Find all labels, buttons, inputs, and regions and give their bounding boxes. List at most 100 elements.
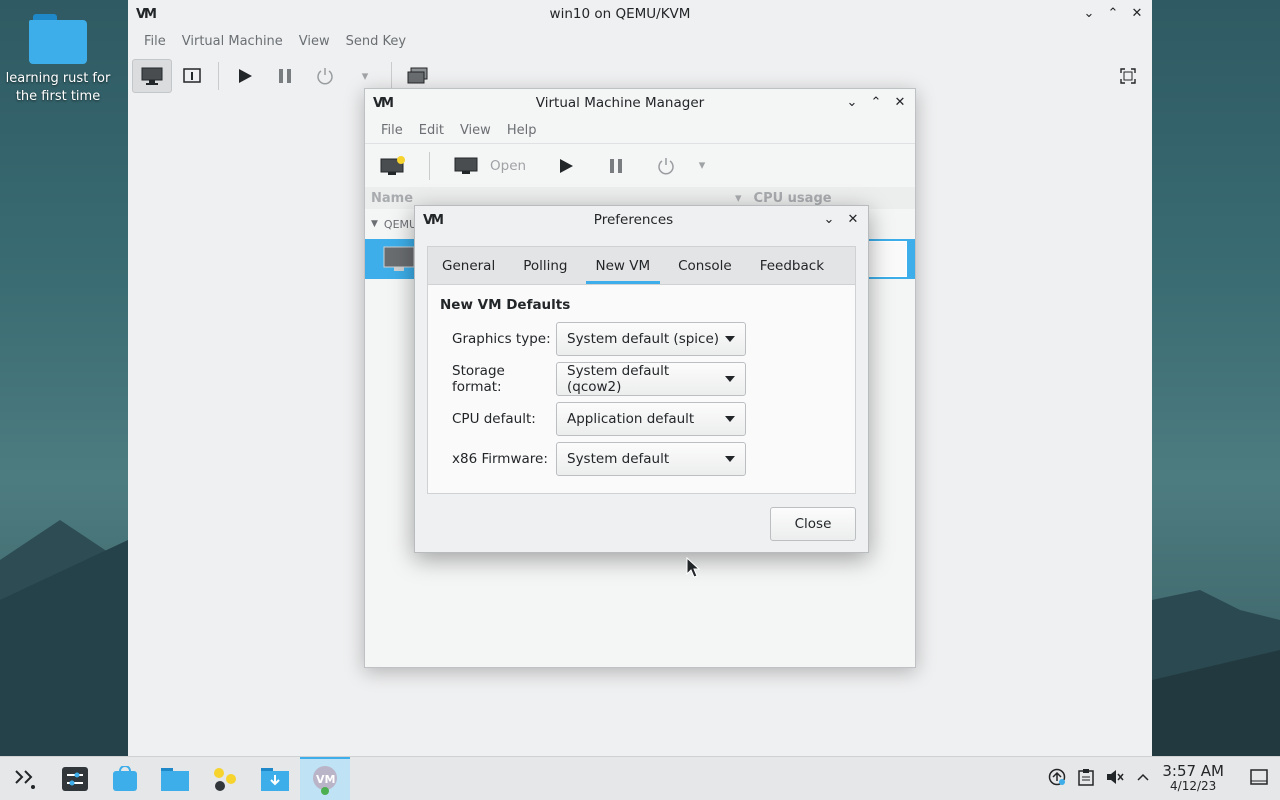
menu-file[interactable]: File	[373, 123, 411, 138]
storage-format-label: Storage format:	[452, 363, 505, 395]
snapshot-icon	[407, 67, 428, 84]
main-menubar: File Virtual Machine View Send Key	[128, 28, 1152, 54]
new-vm-button[interactable]	[373, 149, 413, 183]
vmm-window-title: Virtual Machine Manager	[535, 95, 705, 111]
discover-task[interactable]	[100, 757, 150, 800]
run-button[interactable]	[225, 59, 265, 93]
cpu-default-label: CPU default:	[452, 411, 536, 427]
x86-firmware-row: x86 Firmware: System default	[440, 439, 843, 479]
tab-general[interactable]: General	[432, 247, 505, 284]
cpu-default-row: CPU default: Application default	[440, 399, 843, 439]
menu-help[interactable]: Help	[499, 123, 545, 138]
menu-view[interactable]: View	[291, 34, 338, 49]
col-cpu-header[interactable]: CPU usage	[754, 191, 832, 206]
desktop-folder-icon[interactable]: learning rust for the first time	[0, 8, 116, 106]
storage-format-combo[interactable]: System default (qcow2)	[556, 362, 746, 396]
file-manager-task[interactable]	[150, 757, 200, 800]
new-vm-tab-panel: New VM Defaults Graphics type: System de…	[427, 284, 856, 494]
play-icon	[560, 158, 574, 173]
maximize-icon[interactable]: ⌃	[869, 96, 883, 110]
pause-button[interactable]	[265, 59, 305, 93]
close-button[interactable]: Close	[770, 507, 856, 541]
pause-icon	[279, 69, 291, 83]
dropdown-arrow-icon	[725, 416, 735, 422]
tab-new-vm[interactable]: New VM	[585, 247, 661, 284]
app-launcher-icon[interactable]	[0, 757, 50, 800]
clipboard-icon[interactable]	[1078, 768, 1095, 790]
close-icon[interactable]: ✕	[846, 213, 860, 227]
close-icon[interactable]: ✕	[893, 96, 907, 110]
taskbar: VM 3:57 AM 4/12/23	[0, 756, 1280, 800]
power-icon	[317, 68, 333, 85]
x86-firmware-value: System default	[567, 451, 670, 467]
dropdown-arrow-icon	[725, 456, 735, 462]
vmm-toolbar: Open ▾	[365, 143, 915, 187]
graphics-type-combo[interactable]: System default (spice)	[556, 322, 746, 356]
network-icon	[214, 767, 236, 791]
open-button-label[interactable]: Open	[490, 158, 526, 174]
system-tray: 3:57 AM 4/12/23	[1048, 757, 1280, 800]
storage-format-value: System default (qcow2)	[567, 363, 670, 395]
vm-logo-icon: VM	[423, 212, 444, 228]
volume-muted-icon[interactable]	[1106, 768, 1124, 790]
pause-button[interactable]	[596, 149, 636, 183]
vmm-menubar: File Edit View Help	[365, 117, 915, 143]
tab-feedback[interactable]: Feedback	[750, 247, 834, 284]
clock-time: 3:57 AM	[1162, 762, 1224, 780]
menu-file[interactable]: File	[136, 34, 174, 49]
discover-icon	[113, 765, 137, 791]
system-settings-task[interactable]	[50, 757, 100, 800]
downloads-task[interactable]	[250, 757, 300, 800]
maximize-icon[interactable]: ⌃	[1106, 7, 1120, 21]
minimize-icon[interactable]: ⌄	[822, 213, 836, 227]
shutdown-button[interactable]	[646, 149, 686, 183]
section-title: New VM Defaults	[440, 297, 571, 313]
kde-connect-task[interactable]	[200, 757, 250, 800]
info-icon	[183, 68, 201, 83]
x86-firmware-combo[interactable]: System default	[556, 442, 746, 476]
vm-monitor-icon	[383, 246, 415, 271]
vm-logo-icon: VM	[136, 6, 157, 22]
menu-virtual-machine[interactable]: Virtual Machine	[174, 34, 291, 49]
play-icon	[239, 69, 252, 83]
cpu-default-value: Application default	[567, 411, 695, 427]
fullscreen-button[interactable]	[1108, 59, 1148, 93]
details-view-button[interactable]	[172, 59, 212, 93]
pref-dialog-title: Preferences	[593, 212, 674, 228]
close-icon[interactable]: ✕	[1130, 7, 1144, 21]
menu-view[interactable]: View	[452, 123, 499, 138]
menu-send-key[interactable]: Send Key	[338, 34, 414, 49]
folder-icon	[29, 12, 87, 64]
pause-icon	[610, 158, 623, 173]
main-window-title: win10 on QEMU/KVM	[549, 6, 691, 22]
menu-edit[interactable]: Edit	[411, 123, 452, 138]
shutdown-menu-chevron-icon[interactable]: ▾	[682, 149, 722, 183]
update-icon[interactable]	[1048, 768, 1066, 790]
clock-date: 4/12/23	[1170, 779, 1217, 793]
vmm-titlebar: VM Virtual Machine Manager ⌄ ⌃ ✕	[365, 89, 915, 117]
mouse-cursor-icon	[686, 557, 701, 578]
minimize-icon[interactable]: ⌄	[1082, 7, 1096, 21]
graphics-type-label: Graphics type:	[452, 331, 551, 347]
virt-manager-icon: VM	[313, 765, 337, 795]
digital-clock[interactable]: 3:57 AM 4/12/23	[1162, 764, 1224, 794]
virt-manager-task[interactable]: VM	[300, 756, 350, 800]
preferences-dialog: VM Preferences ⌄ ✕ General Polling New V…	[414, 205, 869, 553]
desktop-icon-label: learning rust for the first time	[5, 71, 111, 104]
tab-console[interactable]: Console	[668, 247, 742, 284]
settings-icon	[62, 766, 88, 791]
open-vm-icon[interactable]	[446, 149, 486, 183]
cpu-default-combo[interactable]: Application default	[556, 402, 746, 436]
col-name-header[interactable]: Name	[371, 191, 751, 206]
show-desktop-icon[interactable]	[1250, 768, 1268, 790]
console-view-button[interactable]	[132, 59, 172, 93]
vm-logo-icon: VM	[373, 95, 394, 111]
expand-chevron-icon: ▼	[371, 219, 378, 229]
run-button[interactable]	[546, 149, 586, 183]
tray-expand-chevron-icon[interactable]	[1136, 770, 1150, 788]
pref-tabbar: General Polling New VM Console Feedback	[427, 246, 856, 284]
tab-polling[interactable]: Polling	[513, 247, 577, 284]
shutdown-button[interactable]	[305, 59, 345, 93]
minimize-icon[interactable]: ⌄	[845, 96, 859, 110]
sort-chevron-icon: ▾	[735, 190, 742, 206]
